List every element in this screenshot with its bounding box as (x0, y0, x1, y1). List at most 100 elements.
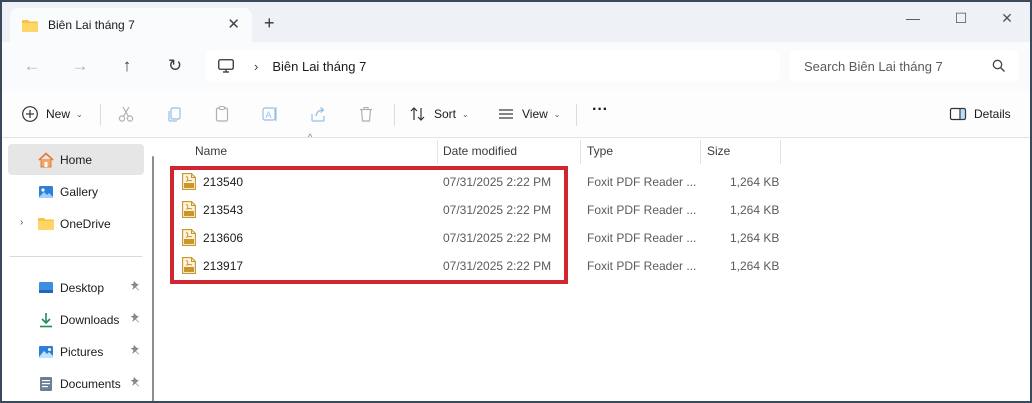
up-button[interactable]: ↑ (115, 54, 139, 78)
download-icon (38, 312, 54, 328)
file-date: 07/31/2025 2:22 PM (443, 203, 552, 217)
file-row[interactable]: 213540 07/31/2025 2:22 PM Foxit PDF Read… (160, 168, 780, 196)
file-row[interactable]: 213917 07/31/2025 2:22 PM Foxit PDF Read… (160, 252, 780, 280)
file-list: ^ Name Date modified Type Size 213540 07… (160, 132, 1030, 401)
sidebar-item-documents[interactable]: Documents (8, 368, 144, 399)
sidebar-divider (10, 256, 142, 257)
sidebar-item-label: Home (60, 152, 93, 167)
desktop-icon (38, 280, 54, 296)
new-button[interactable]: New ⌄ (20, 104, 83, 124)
file-size: 1,264 KB (730, 259, 780, 273)
view-button[interactable]: View ⌄ (496, 104, 561, 124)
sort-button[interactable]: Sort ⌄ (408, 104, 469, 124)
computer-icon (218, 59, 234, 73)
clipboard-icon (212, 104, 232, 124)
pdf-file-icon (182, 173, 196, 190)
column-header-type[interactable]: Type (579, 138, 699, 164)
pin-icon (130, 281, 140, 294)
maximize-button[interactable]: ☐ (946, 8, 976, 28)
column-resize-handle[interactable] (780, 140, 781, 164)
navigation-bar: ← → ↑ ↻ › Biên Lai tháng 7 Search Biên L… (2, 42, 1030, 90)
home-icon (38, 152, 54, 168)
search-box[interactable]: Search Biên Lai tháng 7 (790, 50, 1018, 82)
file-name: 213606 (203, 231, 244, 245)
back-button[interactable]: ← (20, 54, 44, 78)
chevron-down-icon: ⌄ (553, 109, 561, 119)
rename-icon: A (260, 104, 280, 124)
more-options-button[interactable]: ··· (592, 101, 608, 119)
title-bar: Biên Lai tháng 7 ✕ + — ☐ ✕ (2, 2, 1030, 42)
sidebar-scrollbar[interactable] (152, 156, 154, 401)
details-label: Details (974, 107, 1011, 121)
gallery-icon (38, 184, 54, 200)
sidebar-item-label: OneDrive (60, 216, 111, 231)
forward-button[interactable]: → (68, 54, 92, 78)
cut-button[interactable] (116, 104, 142, 124)
search-input[interactable]: Search Biên Lai tháng 7 (804, 59, 943, 74)
sidebar-item-home[interactable]: Home (8, 144, 144, 175)
scissors-icon (116, 104, 136, 124)
details-pane-icon (948, 104, 968, 124)
delete-button[interactable] (356, 104, 382, 124)
divider (576, 104, 577, 126)
sort-icon (408, 104, 428, 124)
tab-close-icon[interactable]: ✕ (227, 17, 240, 32)
file-type: Foxit PDF Reader ... (587, 231, 697, 245)
address-bar[interactable]: › Biên Lai tháng 7 (206, 50, 780, 82)
close-button[interactable]: ✕ (992, 8, 1022, 28)
column-header-date[interactable]: Date modified (435, 138, 579, 164)
pdf-file-icon (182, 201, 196, 218)
sidebar-item-downloads[interactable]: Downloads (8, 304, 144, 335)
command-bar: New ⌄ A Sort ⌄ View ⌄ ··· Details (2, 90, 1030, 138)
share-icon (308, 104, 328, 124)
file-date: 07/31/2025 2:22 PM (443, 231, 552, 245)
file-name: 213540 (203, 175, 244, 189)
breadcrumb-current[interactable]: Biên Lai tháng 7 (272, 59, 366, 74)
column-header-size[interactable]: Size (699, 138, 779, 164)
divider (394, 104, 395, 126)
copy-button[interactable] (164, 104, 190, 124)
refresh-button[interactable]: ↻ (163, 54, 187, 78)
copy-icon (164, 104, 184, 124)
file-row[interactable]: 213606 07/31/2025 2:22 PM Foxit PDF Read… (160, 224, 780, 252)
file-size: 1,264 KB (730, 203, 780, 217)
svg-text:A: A (266, 110, 272, 120)
file-name: 213543 (203, 203, 244, 217)
chevron-right-icon[interactable]: › (20, 217, 23, 228)
pdf-file-icon (182, 229, 196, 246)
sidebar-item-onedrive[interactable]: › OneDrive (8, 208, 144, 239)
paste-button[interactable] (212, 104, 238, 124)
pdf-file-icon (182, 257, 196, 274)
details-button[interactable]: Details (948, 104, 1011, 124)
tab-bien-lai[interactable]: Biên Lai tháng 7 ✕ (10, 8, 252, 42)
breadcrumb-separator[interactable]: › (254, 59, 258, 74)
column-header-name[interactable]: Name (187, 138, 435, 164)
file-date: 07/31/2025 2:22 PM (443, 259, 552, 273)
navigation-pane: Home Gallery › OneDrive Desktop Download… (2, 138, 150, 401)
sort-label: Sort (434, 107, 457, 121)
sidebar-item-desktop[interactable]: Desktop (8, 272, 144, 303)
rename-button[interactable]: A (260, 104, 286, 124)
sidebar-item-gallery[interactable]: Gallery (8, 176, 144, 207)
file-type: Foxit PDF Reader ... (587, 175, 697, 189)
folder-icon (38, 216, 54, 232)
file-row[interactable]: 213543 07/31/2025 2:22 PM Foxit PDF Read… (160, 196, 780, 224)
file-name: 213917 (203, 259, 244, 273)
divider (100, 104, 101, 126)
folder-icon (22, 19, 38, 32)
chevron-down-icon: ⌄ (76, 109, 83, 119)
minimize-button[interactable]: — (898, 8, 928, 28)
sidebar-item-label: Gallery (60, 184, 99, 199)
share-button[interactable] (308, 104, 334, 124)
file-date: 07/31/2025 2:22 PM (443, 175, 552, 189)
file-type: Foxit PDF Reader ... (587, 203, 697, 217)
pin-icon (130, 377, 140, 390)
pictures-icon (38, 344, 54, 360)
new-tab-button[interactable]: + (264, 14, 275, 32)
view-label: View (522, 107, 548, 121)
tab-title: Biên Lai tháng 7 (48, 18, 135, 32)
view-icon (496, 104, 516, 124)
sidebar-item-pictures[interactable]: Pictures (8, 336, 144, 367)
trash-icon (356, 104, 376, 124)
sidebar-item-label: Downloads (60, 312, 120, 327)
